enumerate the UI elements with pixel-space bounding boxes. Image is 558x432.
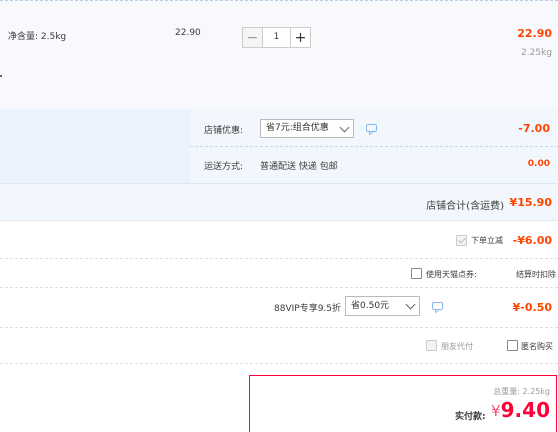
payment-options-row: 朋友代付 匿名购买 (0, 328, 558, 364)
chat-icon[interactable] (366, 124, 377, 132)
shipping-label: 运送方式: (204, 162, 244, 172)
chevron-down-icon (339, 122, 350, 133)
promotions-panel: 店铺优惠: 省7元:组合优惠 -7.00 运送方式: 普通配送 快递 包邮 0.… (190, 109, 558, 183)
order-discount-checkbox[interactable] (456, 235, 467, 246)
chat-icon[interactable] (432, 302, 443, 310)
shop-total-value: ¥15.90 (509, 196, 552, 209)
anonymous-checkbox[interactable] (507, 340, 518, 351)
points-label: 使用天猫点券: (426, 270, 477, 279)
vip-label: 88VIP专享9.5折 (274, 304, 342, 314)
friend-pay-checkbox[interactable] (426, 340, 437, 351)
shop-discount-value: -7.00 (518, 122, 550, 135)
item-unit-price: 22.90 (175, 28, 201, 38)
shipping-price: 0.00 (527, 159, 550, 169)
shop-total-label: 店铺合计(含运费) (426, 201, 504, 212)
quantity-plus-button[interactable]: + (290, 27, 311, 48)
vip-select-value: 省0.50元 (351, 301, 390, 311)
vip-row: 88VIP专享9.5折 省0.50元 ¥-0.50 (0, 288, 558, 328)
shop-discount-select[interactable]: 省7元:组合优惠 (260, 119, 354, 138)
currency-symbol: ¥ (491, 402, 501, 420)
shop-promotions: 店铺优惠: 省7元:组合优惠 -7.00 运送方式: 普通配送 快递 包邮 0.… (0, 109, 558, 183)
order-item: 净含量: 2.5kg 22.90 − 1 + 22.90 2.25kg (0, 0, 558, 109)
shipping-method: 普通配送 快递 包邮 (260, 162, 338, 172)
quantity-input[interactable]: 1 (263, 27, 290, 48)
friend-pay-label: 朋友代付 (441, 342, 473, 351)
shop-discount-row: 店铺优惠: 省7元:组合优惠 -7.00 (190, 109, 558, 147)
vip-discount-select[interactable]: 省0.50元 (345, 296, 420, 316)
points-row: 使用天猫点券: 结算时扣除 (0, 259, 558, 288)
vip-discount-value: ¥-0.50 (512, 301, 552, 314)
actual-payment-label: 实付款: (455, 412, 486, 422)
shop-total-row: 店铺合计(含运费) ¥15.90 (0, 183, 558, 221)
total-weight: 总重量: 2.25kg (493, 387, 550, 396)
final-payment-box: 总重量: 2.25kg 实付款: ¥ 9.40 (249, 375, 557, 432)
item-spec: 净含量: 2.5kg (8, 32, 67, 42)
chevron-down-icon (405, 299, 416, 310)
shop-discount-select-value: 省7元:组合优惠 (266, 123, 329, 133)
points-checkbox[interactable] (411, 268, 422, 279)
order-discount-value: -¥6.00 (512, 234, 552, 247)
shop-discount-label: 店铺优惠: (204, 126, 244, 136)
item-weight: 2.25kg (521, 48, 552, 58)
bullet-dot (0, 75, 2, 77)
order-discount-label: 下单立减 (471, 236, 503, 245)
item-subtotal: 22.90 (517, 27, 552, 40)
quantity-minus-button[interactable]: − (242, 27, 263, 48)
quantity-stepper: − 1 + (242, 27, 311, 48)
shipping-row: 运送方式: 普通配送 快递 包邮 0.00 (190, 147, 558, 183)
anonymous-label: 匿名购买 (521, 342, 553, 351)
order-discount-row: 下单立减 -¥6.00 (0, 221, 558, 259)
actual-payment-amount: 9.40 (500, 398, 550, 422)
points-value: 结算时扣除 (516, 270, 556, 279)
